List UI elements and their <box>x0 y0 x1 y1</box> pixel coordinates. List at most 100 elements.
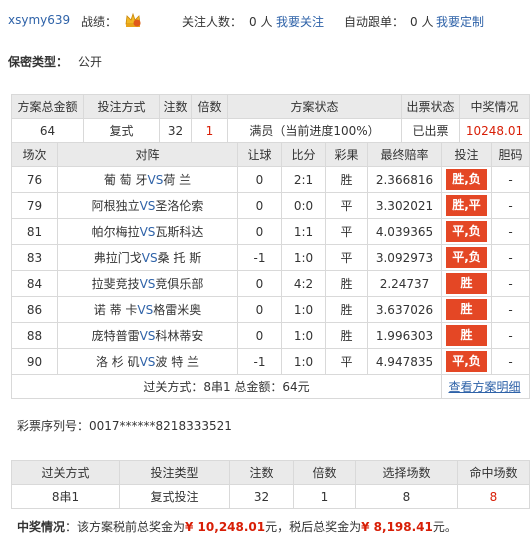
bet-selection: 胜,负 <box>446 169 487 190</box>
col-header: 中奖情况 <box>459 94 530 119</box>
result: 胜 <box>325 322 368 349</box>
selected-count: 8 <box>355 484 458 509</box>
followers-count: 0 人 <box>249 15 273 29</box>
bet-cell: 平,负 <box>441 244 492 271</box>
final-odds: 3.637026 <box>367 296 442 323</box>
home-team: 庞特普雷 <box>91 329 140 343</box>
plan-total: 64 <box>11 118 84 143</box>
score: 1:0 <box>281 322 326 349</box>
vs-label: VS <box>139 225 156 239</box>
score: 4:2 <box>281 270 326 297</box>
home-team: 拉斐竞技 <box>91 277 140 291</box>
pass-details: 过关方式 投注类型 注数 倍数 选择场数 命中场数 8串1 复式投注 32 1 … <box>11 460 530 509</box>
bet-cell: 胜 <box>441 322 492 349</box>
banker: - <box>491 244 530 271</box>
bet-cell: 胜 <box>441 270 492 297</box>
final-odds: 4.039365 <box>367 218 442 245</box>
score: 1:1 <box>281 218 326 245</box>
result: 胜 <box>325 270 368 297</box>
handicap: 0 <box>237 192 282 219</box>
bet-selection: 胜 <box>446 325 487 346</box>
match-row: 90 洛 杉 矶VS波 特 兰 -1 1:0 平 4.947835 平,负 - <box>11 348 530 375</box>
match-teams: 弗拉门戈VS桑 托 斯 <box>57 244 238 271</box>
match-header-row: 场次 对阵 让球 比分 彩果 最终赔率 投注 胆码 <box>11 142 530 167</box>
col-header: 胆码 <box>491 142 530 167</box>
match-row: 88 庞特普雷VS科林蒂安 0 1:0 胜 1.996303 胜 - <box>11 322 530 349</box>
plan-summary-row: 64 复式 32 1 满员（当前进度100%） 已出票 10248.01 <box>11 118 530 143</box>
home-team: 洛 杉 矶 <box>95 355 140 369</box>
col-header: 让球 <box>237 142 282 167</box>
match-number: 86 <box>11 296 58 323</box>
handicap: 0 <box>237 270 282 297</box>
handicap: 0 <box>237 322 282 349</box>
col-header: 彩果 <box>325 142 368 167</box>
away-team: 格雷米奥 <box>153 303 202 317</box>
bet-count: 32 <box>229 484 294 509</box>
result: 平 <box>325 192 368 219</box>
col-header: 投注方式 <box>83 94 160 119</box>
vs-label: VS <box>141 251 158 265</box>
handicap: 0 <box>237 296 282 323</box>
match-teams: 洛 杉 矶VS波 特 兰 <box>57 348 238 375</box>
pass-table: 过关方式 投注类型 注数 倍数 选择场数 命中场数 8串1 复式投注 32 1 … <box>11 460 530 509</box>
bet-selection: 平,负 <box>446 351 487 372</box>
vs-label: VS <box>139 199 156 213</box>
bet-selection: 胜 <box>446 299 487 320</box>
col-header: 方案总金额 <box>11 94 84 119</box>
away-team: 瓦斯科达 <box>155 225 204 239</box>
final-odds: 3.302021 <box>367 192 442 219</box>
username[interactable]: xsymy639 <box>8 13 70 27</box>
vs-label: VS <box>137 303 154 317</box>
pass-data-row: 8串1 复式投注 32 1 8 8 <box>11 484 530 509</box>
secrecy-label: 保密类型： <box>8 55 69 69</box>
away-team: 科林蒂安 <box>155 329 204 343</box>
prize-amount: 10248.01 <box>459 118 530 143</box>
score: 1:0 <box>281 296 326 323</box>
bet-selection: 平,负 <box>446 247 487 268</box>
col-header: 投注类型 <box>119 460 230 485</box>
custom-follow-link[interactable]: 我要定制 <box>436 15 484 29</box>
handicap: -1 <box>237 348 282 375</box>
home-team: 葡 萄 牙 <box>103 173 148 187</box>
post-tax-amount: ¥ 8,198.41 <box>361 520 433 534</box>
view-plan-details-link[interactable]: 查看方案明细 <box>448 380 520 394</box>
plan-method: 复式 <box>83 118 160 143</box>
match-row: 84 拉斐竞技VS竞俱乐部 0 4:2 胜 2.24737 胜 - <box>11 270 530 297</box>
bet-multiple: 1 <box>293 484 356 509</box>
col-header: 注数 <box>229 460 294 485</box>
handicap: 0 <box>237 218 282 245</box>
handicap: 0 <box>237 166 282 193</box>
plan-footer-row: 过关方式：8串1 总金额：64元 查看方案明细 <box>11 374 530 399</box>
col-header: 倍数 <box>191 94 228 119</box>
match-teams: 帕尔梅拉VS瓦斯科达 <box>57 218 238 245</box>
pre-tax-amount: ¥ 10,248.01 <box>185 520 266 534</box>
pass-type: 8串1 <box>11 484 120 509</box>
banker: - <box>491 192 530 219</box>
col-header: 倍数 <box>293 460 356 485</box>
secrecy-type: 保密类型： 公开 <box>8 53 102 70</box>
away-team: 桑 托 斯 <box>157 251 202 265</box>
prize-summary: 中奖情况：该方案税前总奖金为¥ 10,248.01元，税后总奖金为¥ 8,198… <box>17 518 457 535</box>
ticket-status: 已出票 <box>401 118 460 143</box>
col-header: 对阵 <box>57 142 238 167</box>
user-info-bar: xsymy639 战绩： 关注人数： 0 人 我要关注 自动跟单： 0 人 我要… <box>0 0 531 42</box>
score: 1:0 <box>281 244 326 271</box>
match-number: 84 <box>11 270 58 297</box>
handicap: -1 <box>237 244 282 271</box>
match-teams: 诺 蒂 卡VS格雷米奥 <box>57 296 238 323</box>
follow-link[interactable]: 我要关注 <box>276 15 324 29</box>
col-header: 最终赔率 <box>367 142 442 167</box>
pass-header-row: 过关方式 投注类型 注数 倍数 选择场数 命中场数 <box>11 460 530 485</box>
result: 胜 <box>325 296 368 323</box>
banker: - <box>491 322 530 349</box>
prize-text: 元。 <box>432 520 457 534</box>
match-number: 79 <box>11 192 58 219</box>
plan-details: 方案总金额 投注方式 注数 倍数 方案状态 出票状态 中奖情况 64 复式 32… <box>11 94 530 399</box>
banker: - <box>491 166 530 193</box>
final-odds: 1.996303 <box>367 322 442 349</box>
banker: - <box>491 296 530 323</box>
plan-multiple: 1 <box>191 118 228 143</box>
bet-selection: 平,负 <box>446 221 487 242</box>
match-number: 76 <box>11 166 58 193</box>
vs-label: VS <box>139 329 156 343</box>
